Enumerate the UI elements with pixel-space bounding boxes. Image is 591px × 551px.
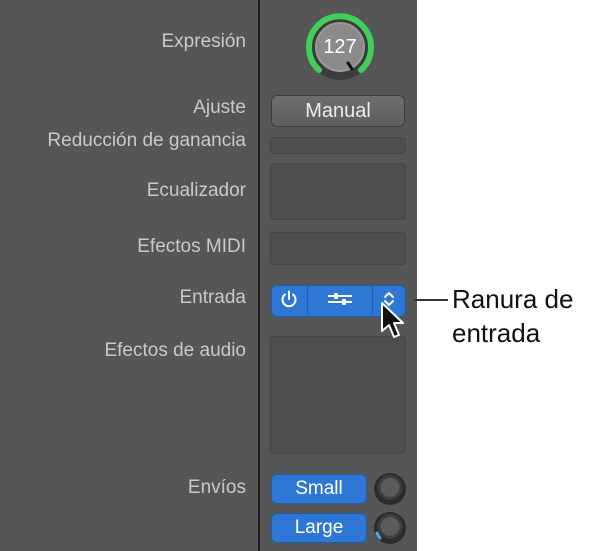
setting-button[interactable]: Manual — [271, 95, 405, 127]
send-large-button[interactable]: Large — [271, 513, 367, 543]
callout-leader-line — [414, 299, 448, 301]
expression-knob[interactable]: 127 — [303, 10, 377, 84]
audio-fx-label: Efectos de audio — [104, 340, 246, 361]
eq-slot[interactable] — [270, 163, 406, 220]
callout-line-1: Ranura de — [452, 284, 574, 314]
send-small-button[interactable]: Small — [271, 474, 367, 504]
sends-label: Envíos — [187, 477, 246, 498]
gain-reduction-meter — [270, 137, 406, 154]
input-settings-button[interactable] — [306, 286, 372, 316]
midi-fx-label: Efectos MIDI — [137, 236, 246, 257]
input-power-button[interactable] — [272, 286, 307, 316]
input-label: Entrada — [179, 287, 246, 308]
power-icon — [279, 289, 299, 314]
expression-value: 127 — [323, 35, 357, 58]
eq-label: Ecualizador — [146, 180, 246, 201]
callout-label: Ranura de entrada — [452, 282, 573, 350]
gain-reduction-label: Reducción de ganancia — [47, 130, 246, 151]
callout-line-2: entrada — [452, 318, 541, 348]
send-large-level-knob[interactable] — [374, 512, 406, 544]
midi-fx-slot[interactable] — [270, 232, 406, 265]
panel-divider — [258, 0, 260, 551]
expression-label: Expresión — [161, 31, 247, 52]
audio-fx-slot[interactable] — [270, 336, 406, 454]
setting-label: Ajuste — [193, 97, 246, 118]
mouse-pointer-icon — [379, 301, 407, 348]
send-small-level-knob[interactable] — [374, 473, 406, 505]
sliders-icon — [326, 290, 354, 313]
